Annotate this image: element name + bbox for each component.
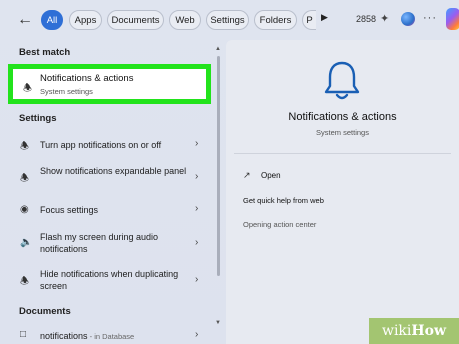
profile-avatar-icon[interactable] (401, 12, 415, 26)
chevron-right-icon: › (195, 237, 199, 248)
scroll-down-icon[interactable]: ▼ (215, 320, 221, 326)
documents-heading: Documents (19, 306, 71, 317)
focus-icon: ◉ (20, 204, 29, 215)
settings-item-label: Turn app notifications on or off (40, 140, 162, 150)
settings-heading: Settings (19, 113, 57, 124)
settings-item-hide-notifications[interactable]: 🕭 Hide notifications when duplicating sc… (12, 266, 210, 294)
settings-item-show-notifications-panel[interactable]: 🕭 Show notifications expandable panel › (12, 163, 210, 191)
settings-item-flash-screen[interactable]: 🔈 Flash my screen during audio notificat… (12, 229, 210, 257)
watermark-how: How (411, 323, 447, 339)
more-filters-arrow-icon[interactable]: ▶ (321, 12, 328, 23)
chevron-right-icon: › (195, 274, 199, 285)
document-result-label: notifications - in Database (40, 330, 200, 343)
trophy-icon[interactable]: ✦ (380, 12, 389, 25)
chevron-right-icon: › (195, 203, 199, 214)
chevron-right-icon: › (195, 138, 199, 149)
divider (234, 153, 451, 154)
preview-pane: Notifications & actions System settings … (226, 40, 459, 344)
settings-item-label: Show notifications expandable panel (40, 166, 187, 176)
preview-title: Notifications & actions (288, 111, 397, 123)
bell-icon: 🕭 (20, 141, 29, 152)
best-match-heading: Best match (19, 47, 71, 58)
filter-chip-documents[interactable]: Documents (107, 10, 164, 30)
copilot-icon[interactable] (446, 8, 459, 30)
bell-icon: 🕭 (20, 173, 29, 184)
preview-subtitle: System settings (316, 128, 369, 137)
back-arrow-icon[interactable]: ← (14, 9, 36, 31)
results-scrollbar[interactable]: ▲ ▼ (215, 46, 221, 328)
chevron-right-icon: › (195, 171, 199, 182)
filter-chip-people[interactable]: P (302, 10, 316, 30)
scroll-up-icon[interactable]: ▲ (215, 46, 221, 52)
filter-chip-apps[interactable]: Apps (69, 10, 102, 30)
related-action-center-link[interactable]: Opening action center (243, 220, 316, 229)
filter-chip-folders[interactable]: Folders (254, 10, 297, 30)
watermark-wiki: wiki (381, 323, 412, 339)
bell-icon: 🕭 (23, 83, 32, 94)
settings-item-label: Flash my screen during audio notificatio… (40, 232, 159, 254)
document-result[interactable]: □ notifications - in Database › (12, 328, 210, 344)
settings-item-label: Hide notifications when duplicating scre… (40, 269, 179, 291)
document-name: notifications (40, 331, 88, 341)
best-match-result[interactable]: 🕭 Notifications & actions System setting… (8, 64, 211, 104)
settings-item-focus[interactable]: ◉ Focus settings › (12, 201, 210, 221)
speaker-icon: 🔈 (20, 237, 33, 248)
filter-chip-web[interactable]: Web (169, 10, 201, 30)
chevron-right-icon: › (195, 329, 199, 340)
settings-item-label: Focus settings (40, 205, 99, 215)
open-external-icon[interactable]: ↗ (243, 170, 251, 181)
bell-icon: 🕭 (20, 276, 29, 287)
open-action[interactable]: Open (261, 171, 281, 180)
document-icon: □ (20, 329, 27, 340)
settings-item-turn-app-notifications[interactable]: 🕭 Turn app notifications on or off › (12, 135, 210, 155)
document-location: - in Database (87, 332, 135, 341)
bell-icon (324, 61, 360, 100)
more-options-icon[interactable]: ··· (423, 12, 437, 24)
filter-chip-settings[interactable]: Settings (206, 10, 249, 30)
best-match-subtitle: System settings (40, 87, 93, 96)
scrollbar-thumb[interactable] (217, 56, 220, 276)
filter-chip-all[interactable]: All (41, 10, 63, 30)
search-filter-bar: ← All Apps Documents Web Settings Folder… (0, 0, 459, 40)
wikihow-watermark: wiki How (369, 318, 459, 344)
best-match-title: Notifications & actions (40, 73, 134, 84)
rewards-points: 2858 (356, 14, 377, 24)
quick-help-link[interactable]: Get quick help from web (243, 196, 324, 205)
